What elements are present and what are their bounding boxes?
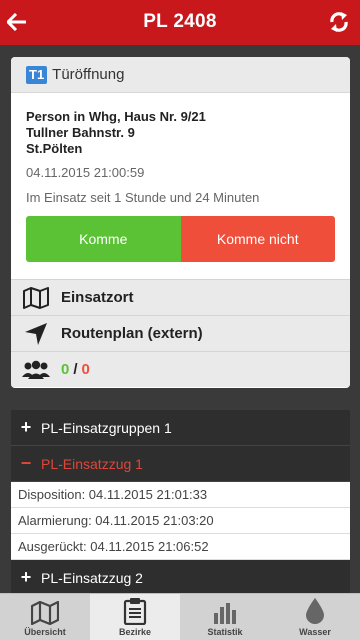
refresh-button[interactable] (326, 8, 352, 36)
tab-label: Bezirke (118, 627, 152, 637)
plus-icon: + (20, 567, 32, 587)
komme-button[interactable]: Komme (26, 216, 181, 262)
water-drop-icon (306, 598, 324, 624)
group-einsatzzug-1[interactable]: − PL-Einsatzzug 1 (11, 446, 350, 482)
count-separator: / (73, 361, 78, 378)
einsatzort-label: Einsatzort (61, 289, 134, 306)
navigation-arrow-icon (25, 322, 47, 345)
incident-type: Türöffnung (52, 66, 125, 83)
response-buttons: Komme Komme nicht (26, 216, 335, 262)
routenplan-row[interactable]: Routenplan (extern) (11, 315, 350, 351)
group-label: PL-Einsatzzug 2 (41, 569, 143, 586)
users-icon (22, 360, 50, 379)
group-label: PL-Einsatzzug 1 (41, 455, 143, 472)
incident-card: T1 Türöffnung Person in Whg, Haus Nr. 9/… (11, 57, 350, 388)
routenplan-label: Routenplan (extern) (61, 325, 203, 342)
incident-duration: Im Einsatz seit 1 Stunde und 24 Minuten (26, 190, 260, 205)
address-line-3: St.Pölten (26, 141, 83, 156)
page-title: PL 2408 (143, 11, 217, 32)
bar-chart-icon (214, 603, 236, 624)
group-einsatzgruppen-1[interactable]: + PL-Einsatzgruppen 1 (11, 410, 350, 446)
plus-icon: + (20, 417, 32, 437)
tab-label: Übersicht (24, 627, 66, 637)
tab-statistik[interactable]: Statistik (180, 594, 270, 640)
tab-bezirke[interactable]: Bezirke (90, 594, 180, 640)
count-not-coming: 0 (81, 361, 90, 378)
list-item: Alarmierung: 04.11.2015 21:03:20 (11, 508, 350, 534)
incident-address: Person in Whg, Haus Nr. 9/21 Tullner Bah… (11, 93, 350, 157)
incident-header: T1 Türöffnung (11, 57, 350, 93)
count-coming: 0 (61, 361, 70, 378)
incident-datetime: 04.11.2015 21:00:59 (26, 165, 145, 180)
bottom-tab-bar: Übersicht Bezirke Statistik Wasser (0, 593, 360, 640)
einsatzort-row[interactable]: Einsatzort (11, 279, 350, 315)
komme-nicht-button[interactable]: Komme nicht (180, 216, 335, 262)
tab-label: Statistik (207, 627, 243, 637)
address-line-2: Tullner Bahnstr. 9 (26, 125, 135, 140)
map-icon (23, 286, 49, 309)
incident-badge: T1 (26, 65, 48, 84)
clipboard-icon (123, 598, 147, 625)
list-item: Disposition: 04.11.2015 21:01:33 (11, 482, 350, 508)
minus-icon: − (20, 453, 32, 473)
group-einsatzzug-2[interactable]: + PL-Einsatzzug 2 (11, 560, 350, 596)
tab-wasser[interactable]: Wasser (270, 594, 360, 640)
map-icon (31, 601, 59, 625)
tab-uebersicht[interactable]: Übersicht (0, 594, 90, 640)
top-bar: PL 2408 (0, 0, 360, 45)
group-label: PL-Einsatzgruppen 1 (41, 419, 172, 436)
refresh-icon (330, 12, 348, 32)
units-list: + PL-Einsatzgruppen 1 − PL-Einsatzzug 1 … (11, 410, 350, 596)
address-line-1: Person in Whg, Haus Nr. 9/21 (26, 109, 206, 124)
tab-label: Wasser (299, 627, 331, 637)
list-item: Ausgerückt: 04.11.2015 21:06:52 (11, 534, 350, 560)
responders-row: 0 / 0 (11, 351, 350, 387)
